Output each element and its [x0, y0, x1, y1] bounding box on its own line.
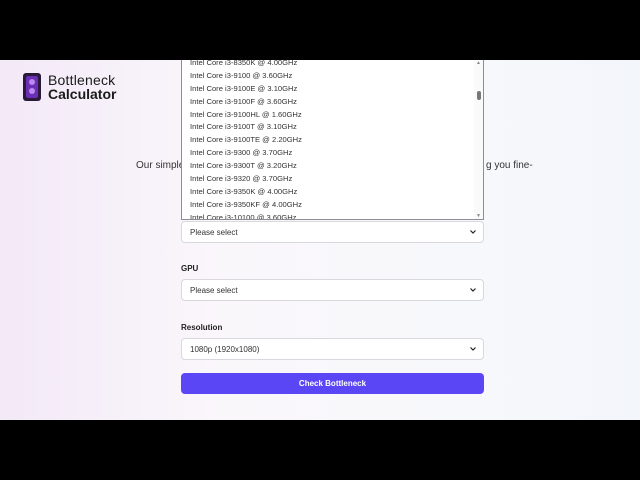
scrollbar-thumb[interactable]	[476, 91, 481, 100]
intro-text: Our simple	[136, 160, 185, 171]
resolution-select-value: 1080p (1920x1080)	[190, 345, 260, 354]
cpu-option[interactable]: Intel Core i3-9100E @ 3.10GHz	[182, 83, 476, 96]
chevron-down-icon	[469, 285, 477, 295]
cpu-option[interactable]: Intel Core i3-9100 @ 3.60GHz	[182, 70, 476, 83]
scroll-up-arrow-icon[interactable]: ▲	[475, 60, 482, 66]
cpu-option[interactable]: Intel Core i3-9100T @ 3.10GHz	[182, 121, 476, 134]
cpu-option[interactable]: Intel Core i3-9100TE @ 2.20GHz	[182, 134, 476, 147]
cpu-select[interactable]: Please select	[181, 221, 484, 243]
pc-case-icon	[22, 72, 42, 102]
cpu-option[interactable]: Intel Core i3-8350K @ 4.00GHz	[182, 60, 476, 70]
logo-text-bottleneck: Bottleneck	[48, 72, 116, 88]
gpu-select-value: Please select	[190, 286, 238, 295]
intro-text-continued: g you fine-	[486, 160, 533, 171]
dropdown-scrollbar[interactable]: ▲ ▼	[474, 60, 483, 219]
scroll-down-arrow-icon[interactable]: ▼	[475, 213, 482, 219]
cpu-option[interactable]: Intel Core i3-9300T @ 3.20GHz	[182, 160, 476, 173]
gpu-label: GPU	[181, 264, 199, 273]
chevron-down-icon	[469, 344, 477, 354]
resolution-select[interactable]: 1080p (1920x1080)	[181, 338, 484, 360]
cpu-options: Intel Core i3-8350K @ 4.00GHz Intel Core …	[182, 60, 476, 219]
cpu-dropdown-list[interactable]: Intel Core i3-8350K @ 4.00GHz Intel Core …	[181, 60, 484, 220]
cpu-option[interactable]: Intel Core i3-9350KF @ 4.00GHz	[182, 199, 476, 212]
cpu-option[interactable]: Intel Core i3-9320 @ 3.70GHz	[182, 173, 476, 186]
cpu-option[interactable]: Intel Core i3-9100F @ 3.60GHz	[182, 96, 476, 109]
logo-text-calculator: Calculator	[48, 86, 117, 102]
page: Bottleneck Calculator Our simple g you f…	[0, 60, 640, 420]
cpu-option[interactable]: Intel Core i3-9350K @ 4.00GHz	[182, 186, 476, 199]
gpu-select[interactable]: Please select	[181, 279, 484, 301]
video-letterbox-top	[0, 0, 640, 60]
video-letterbox-bottom	[0, 420, 640, 480]
check-bottleneck-button[interactable]: Check Bottleneck	[181, 373, 484, 394]
cpu-option[interactable]: Intel Core i3-9300 @ 3.70GHz	[182, 147, 476, 160]
cpu-option[interactable]: Intel Core i3-10100 @ 3.60GHz	[182, 212, 476, 219]
resolution-label: Resolution	[181, 323, 223, 332]
site-logo[interactable]: Bottleneck Calculator	[22, 72, 116, 102]
cpu-option[interactable]: Intel Core i3-9100HL @ 1.60GHz	[182, 109, 476, 122]
chevron-down-icon	[469, 227, 477, 237]
cpu-select-value: Please select	[190, 228, 238, 237]
